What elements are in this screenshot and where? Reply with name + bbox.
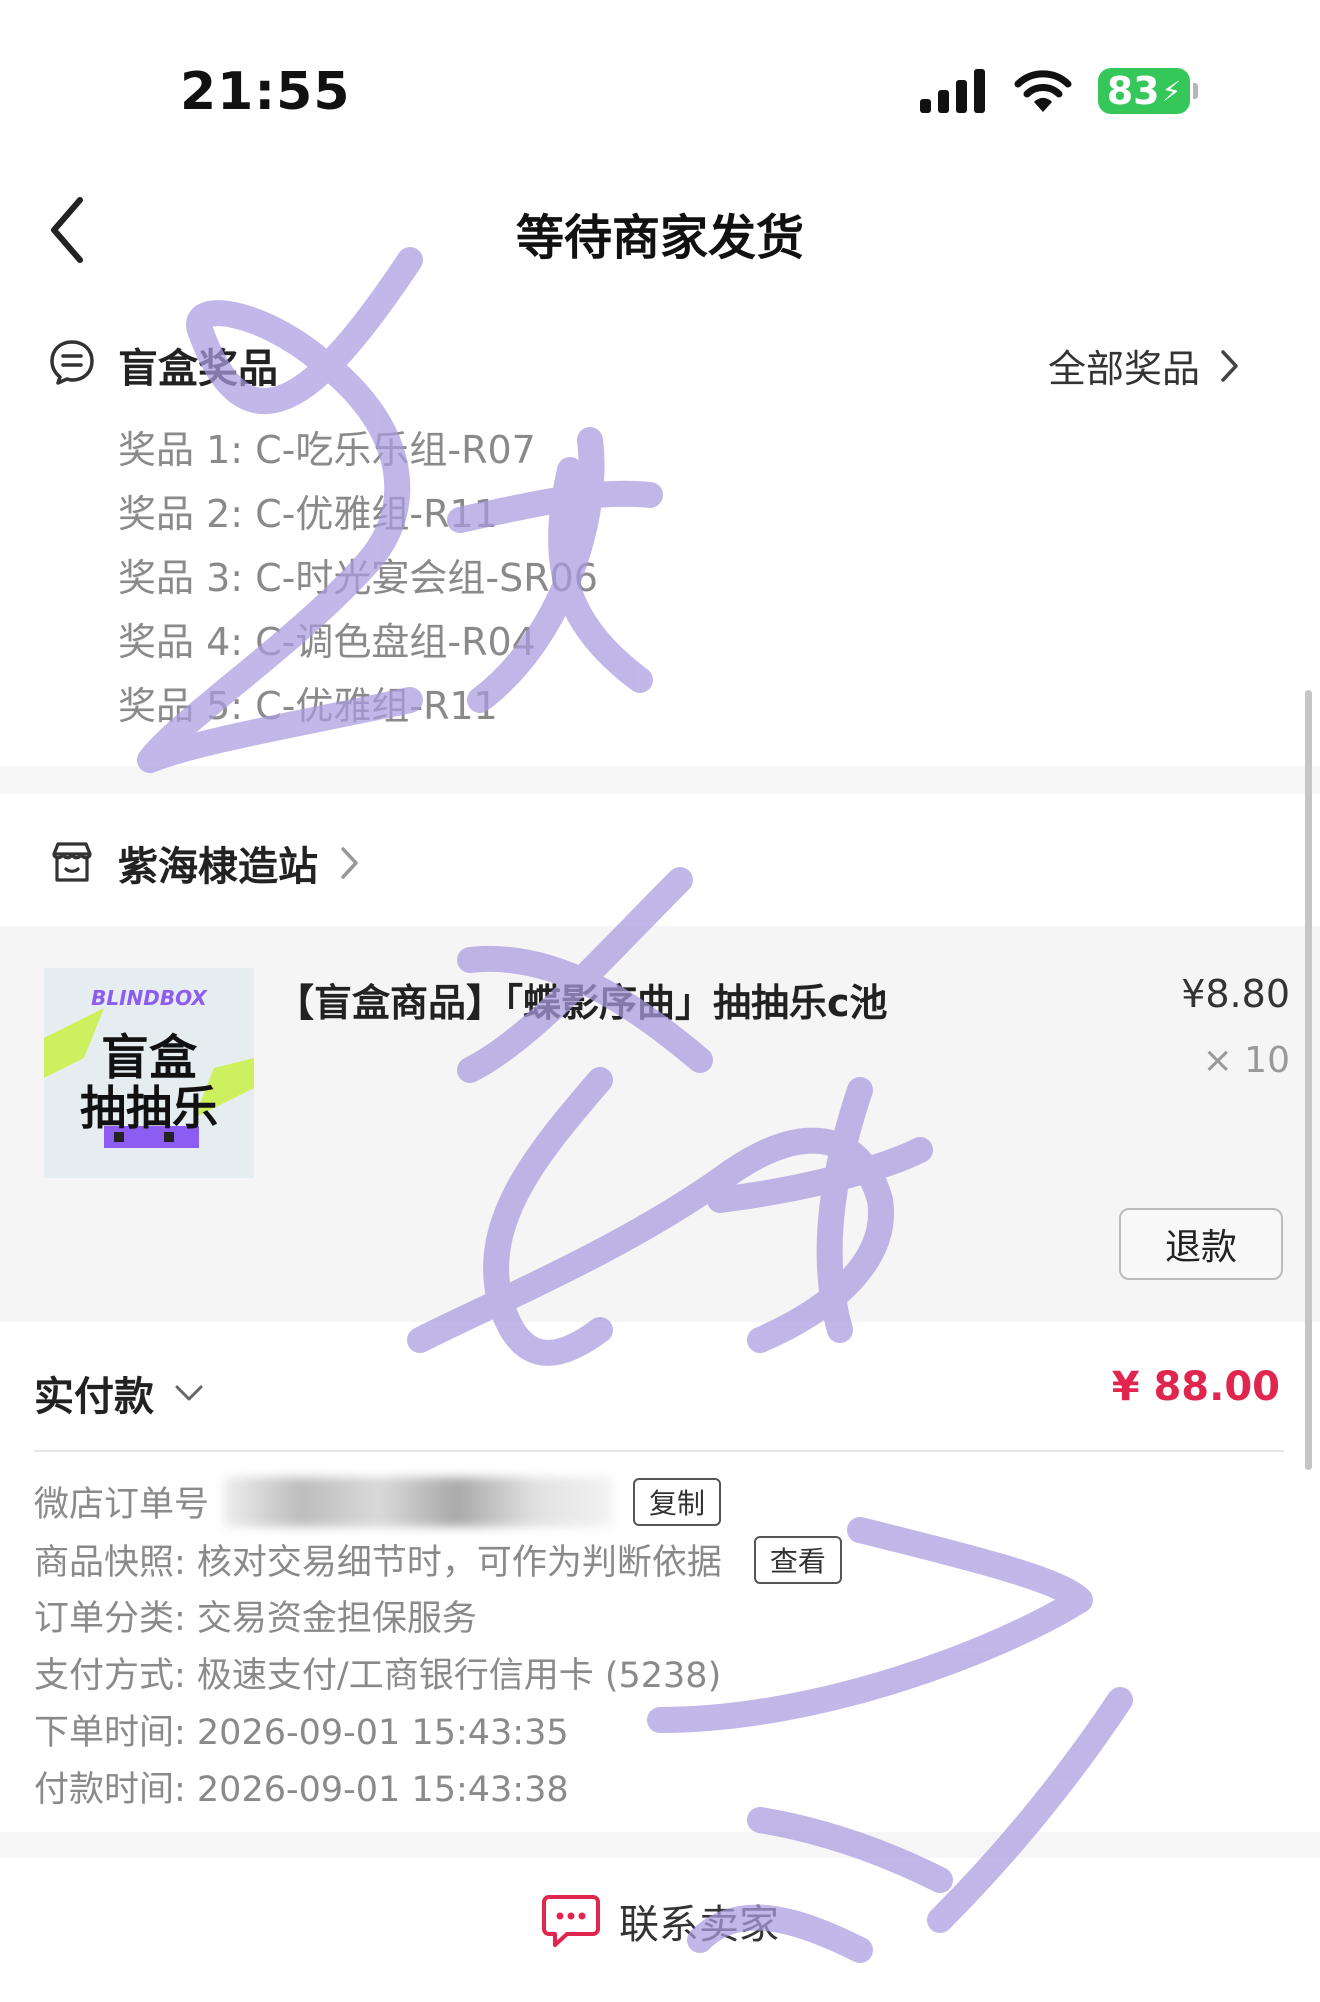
product-quantity: × 10 xyxy=(1202,1040,1290,1081)
status-icons: 83 ⚡ xyxy=(920,68,1198,114)
charging-icon: ⚡ xyxy=(1161,74,1182,108)
chevron-down-icon xyxy=(175,1385,203,1401)
divider xyxy=(34,1450,1284,1452)
prize-item: 奖品 4: C-调色盘组-R04 xyxy=(118,620,536,664)
page-title: 等待商家发货 xyxy=(515,210,804,266)
prize-list-icon xyxy=(50,340,94,385)
snapshot-text: 商品快照: 核对交易细节时，可作为判断依据 xyxy=(34,1543,722,1583)
shop-name: 紫海棣造站 xyxy=(118,844,318,890)
paid-label: 实付款 xyxy=(34,1374,154,1420)
chevron-right-icon xyxy=(1221,349,1238,382)
shop-icon xyxy=(52,842,92,882)
order-category: 订单分类: 交易资金担保服务 xyxy=(34,1599,477,1639)
prize-item: 奖品 3: C-时光宴会组-SR06 xyxy=(118,556,598,600)
prize-item: 奖品 5: C-优雅组-R11 xyxy=(118,684,498,728)
thumb-brand: BLINDBOX xyxy=(91,986,207,1010)
scrollbar[interactable] xyxy=(1305,690,1312,1470)
prize-item: 奖品 2: C-优雅组-R11 xyxy=(118,492,498,536)
section-divider xyxy=(0,766,1320,794)
order-number-row: 微店订单号 复制 xyxy=(34,1476,722,1527)
contact-seller-label: 联系卖家 xyxy=(619,1902,779,1948)
order-number-label: 微店订单号 xyxy=(34,1485,210,1525)
order-time: 下单时间: 2026-09-01 15:43:35 xyxy=(34,1713,569,1753)
battery-level: 83 xyxy=(1106,69,1160,113)
prize-section-title: 盲盒奖品 xyxy=(118,346,278,392)
payment-time: 付款时间: 2026-09-01 15:43:38 xyxy=(34,1770,569,1810)
all-prizes-link[interactable]: 全部奖品 xyxy=(1048,338,1240,393)
thumb-line2: 抽抽乐 xyxy=(80,1081,218,1135)
paid-amount-toggle[interactable]: 实付款 xyxy=(34,1364,204,1422)
order-number-redacted xyxy=(223,1476,614,1527)
copy-button[interactable]: 复制 xyxy=(633,1477,722,1526)
paid-amount: ¥ 88.00 xyxy=(1111,1364,1280,1410)
signal-icon xyxy=(920,69,985,113)
product-thumbnail[interactable]: BLINDBOX 盲盒 抽抽乐 xyxy=(44,968,254,1178)
view-snapshot-button[interactable]: 查看 xyxy=(753,1535,842,1584)
product-title[interactable]: 【盲盒商品】「蝶影序曲」抽抽乐c池 xyxy=(276,972,916,1027)
chevron-right-icon xyxy=(341,847,358,879)
contact-seller-button[interactable]: 联系卖家 xyxy=(0,1892,1320,1950)
status-time: 21:55 xyxy=(180,62,351,122)
payment-method: 支付方式: 极速支付/工商银行信用卡 (5238) xyxy=(34,1656,722,1696)
refund-button[interactable]: 退款 xyxy=(1119,1208,1283,1280)
prize-list: 奖品 1: C-吃乐乐组-R07 奖品 2: C-优雅组-R11 奖品 3: C… xyxy=(118,418,598,738)
chat-icon xyxy=(542,1895,600,1947)
all-prizes-label: 全部奖品 xyxy=(1047,347,1200,391)
shop-link[interactable]: 紫海棣造站 xyxy=(118,834,360,892)
section-divider xyxy=(0,1832,1320,1858)
product-price: ¥8.80 xyxy=(1181,972,1290,1016)
prize-item: 奖品 1: C-吃乐乐组-R07 xyxy=(118,428,536,472)
battery-indicator: 83 ⚡ xyxy=(1098,68,1198,114)
snapshot-row: 商品快照: 核对交易细节时，可作为判断依据 查看 xyxy=(34,1534,842,1585)
wifi-icon xyxy=(1014,70,1072,112)
